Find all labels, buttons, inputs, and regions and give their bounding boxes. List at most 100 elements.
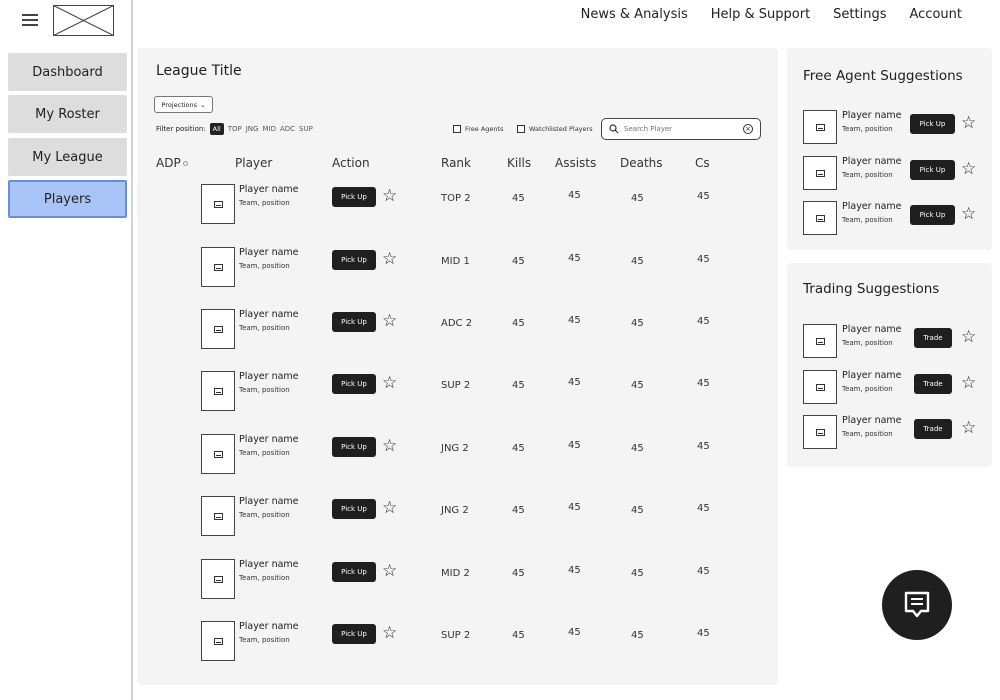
rank-cell: SUP 2 xyxy=(441,380,471,391)
image-placeholder-icon xyxy=(214,576,223,583)
player-name[interactable]: Player name xyxy=(239,371,299,382)
pick-up-button[interactable]: Pick Up xyxy=(332,624,376,644)
star-icon[interactable]: ☆ xyxy=(382,625,397,642)
free-agents-checkbox[interactable]: Free Agents xyxy=(453,125,504,133)
star-icon[interactable]: ☆ xyxy=(961,161,976,178)
pick-up-button[interactable]: Pick Up xyxy=(332,437,376,457)
search-input[interactable] xyxy=(624,125,738,133)
player-team-position: Team, position xyxy=(239,386,290,394)
trade-button[interactable]: Trade xyxy=(914,328,952,348)
nav-link-help-support[interactable]: Help & Support xyxy=(711,7,810,27)
star-icon[interactable]: ☆ xyxy=(961,206,976,223)
sidebar-item-dashboard[interactable]: Dashboard xyxy=(8,53,127,91)
image-placeholder-icon xyxy=(214,326,223,333)
star-icon[interactable]: ☆ xyxy=(382,188,397,205)
player-name[interactable]: Player name xyxy=(842,324,902,335)
players-panel: League Title Projections ⌄ Filter positi… xyxy=(137,48,778,685)
filter-top[interactable]: TOP xyxy=(228,125,242,133)
hamburger-menu-icon[interactable] xyxy=(22,14,38,26)
player-team-position: Team, position xyxy=(842,171,893,179)
star-icon[interactable]: ☆ xyxy=(382,251,397,268)
table-row: Player name Team, position Pick Up ☆ JNG 2 45… xyxy=(137,496,778,540)
player-name[interactable]: Player name xyxy=(842,110,902,121)
pick-up-button[interactable]: Pick Up xyxy=(332,374,376,394)
image-placeholder-icon xyxy=(816,429,825,436)
sidebar-item-my-league[interactable]: My League xyxy=(8,138,127,176)
pick-up-button[interactable]: Pick Up xyxy=(910,114,955,134)
pick-up-button[interactable]: Pick Up xyxy=(910,160,955,180)
pick-up-button[interactable]: Pick Up xyxy=(332,187,376,207)
player-photo xyxy=(201,309,235,349)
cs-cell: 45 xyxy=(697,254,710,265)
player-name[interactable]: Player name xyxy=(239,434,299,445)
nav-link-news-analysis[interactable]: News & Analysis xyxy=(581,7,688,27)
player-name[interactable]: Player name xyxy=(239,247,299,258)
table-row: Player name Team, position Pick Up ☆ ADC 2 45… xyxy=(137,309,778,353)
checkbox-box[interactable] xyxy=(453,125,461,133)
checkbox-box[interactable] xyxy=(517,125,525,133)
filter-jng[interactable]: JNG xyxy=(246,125,259,133)
clear-icon[interactable]: × xyxy=(743,124,753,134)
trade-button[interactable]: Trade xyxy=(914,419,952,439)
player-name[interactable]: Player name xyxy=(842,415,902,426)
projections-dropdown[interactable]: Projections ⌄ xyxy=(154,96,213,113)
player-name[interactable]: Player name xyxy=(239,309,299,320)
filter-sup[interactable]: SUP xyxy=(299,125,313,133)
image-placeholder-icon xyxy=(816,124,825,131)
kills-cell: 45 xyxy=(512,568,525,579)
pick-up-button[interactable]: Pick Up xyxy=(332,499,376,519)
star-icon[interactable]: ☆ xyxy=(961,115,976,132)
player-team-position: Team, position xyxy=(239,262,290,270)
star-icon[interactable]: ☆ xyxy=(961,329,976,346)
sidebar-item-my-roster[interactable]: My Roster xyxy=(8,95,127,133)
assists-cell: 45 xyxy=(568,627,581,638)
player-name[interactable]: Player name xyxy=(239,496,299,507)
star-icon[interactable]: ☆ xyxy=(961,375,976,392)
assists-cell: 45 xyxy=(568,190,581,201)
free-agent-suggestions-panel: Free Agent Suggestions Player name Team, … xyxy=(787,48,992,250)
star-icon[interactable]: ☆ xyxy=(961,420,976,437)
pick-up-button[interactable]: Pick Up xyxy=(332,562,376,582)
player-photo xyxy=(201,184,235,224)
cs-cell: 45 xyxy=(697,503,710,514)
watchlisted-checkbox[interactable]: Watchlisted Players xyxy=(517,125,593,133)
trade-button[interactable]: Trade xyxy=(914,374,952,394)
player-name[interactable]: Player name xyxy=(239,184,299,195)
player-name[interactable]: Player name xyxy=(239,559,299,570)
pick-up-button[interactable]: Pick Up xyxy=(332,312,376,332)
filter-all[interactable]: All xyxy=(209,123,224,135)
chat-button[interactable] xyxy=(882,570,952,640)
col-kills: Kills xyxy=(507,156,532,170)
table-row: Player name Team, position Pick Up ☆ SUP 2 45… xyxy=(137,371,778,415)
star-icon[interactable]: ☆ xyxy=(382,563,397,580)
assists-cell: 45 xyxy=(568,377,581,388)
player-search[interactable]: × xyxy=(601,118,761,140)
player-name[interactable]: Player name xyxy=(842,156,902,167)
chevron-down-icon: ⌄ xyxy=(200,100,206,109)
star-icon[interactable]: ☆ xyxy=(382,375,397,392)
assists-cell: 45 xyxy=(568,253,581,264)
pick-up-button[interactable]: Pick Up xyxy=(332,250,376,270)
sidebar-item-players[interactable]: Players xyxy=(8,180,127,218)
rank-cell: ADC 2 xyxy=(441,318,473,329)
pick-up-button[interactable]: Pick Up xyxy=(910,205,955,225)
player-team-position: Team, position xyxy=(842,385,893,393)
col-adp[interactable]: ADP xyxy=(156,156,188,170)
player-photo xyxy=(201,559,235,599)
logo-placeholder[interactable] xyxy=(53,5,114,36)
star-icon[interactable]: ☆ xyxy=(382,500,397,517)
player-name[interactable]: Player name xyxy=(239,621,299,632)
player-photo xyxy=(201,621,235,661)
player-photo xyxy=(803,156,837,190)
star-icon[interactable]: ☆ xyxy=(382,438,397,455)
table-row: Player name Team, position Pick Up ☆ TOP 2 45… xyxy=(137,184,778,228)
filter-mid[interactable]: MID xyxy=(262,125,276,133)
filter-adc[interactable]: ADC xyxy=(280,125,295,133)
nav-link-settings[interactable]: Settings xyxy=(833,7,886,27)
player-name[interactable]: Player name xyxy=(842,201,902,212)
nav-link-account[interactable]: Account xyxy=(910,7,963,27)
chat-icon xyxy=(904,591,930,618)
sort-icon[interactable] xyxy=(182,161,188,166)
player-name[interactable]: Player name xyxy=(842,370,902,381)
star-icon[interactable]: ☆ xyxy=(382,313,397,330)
